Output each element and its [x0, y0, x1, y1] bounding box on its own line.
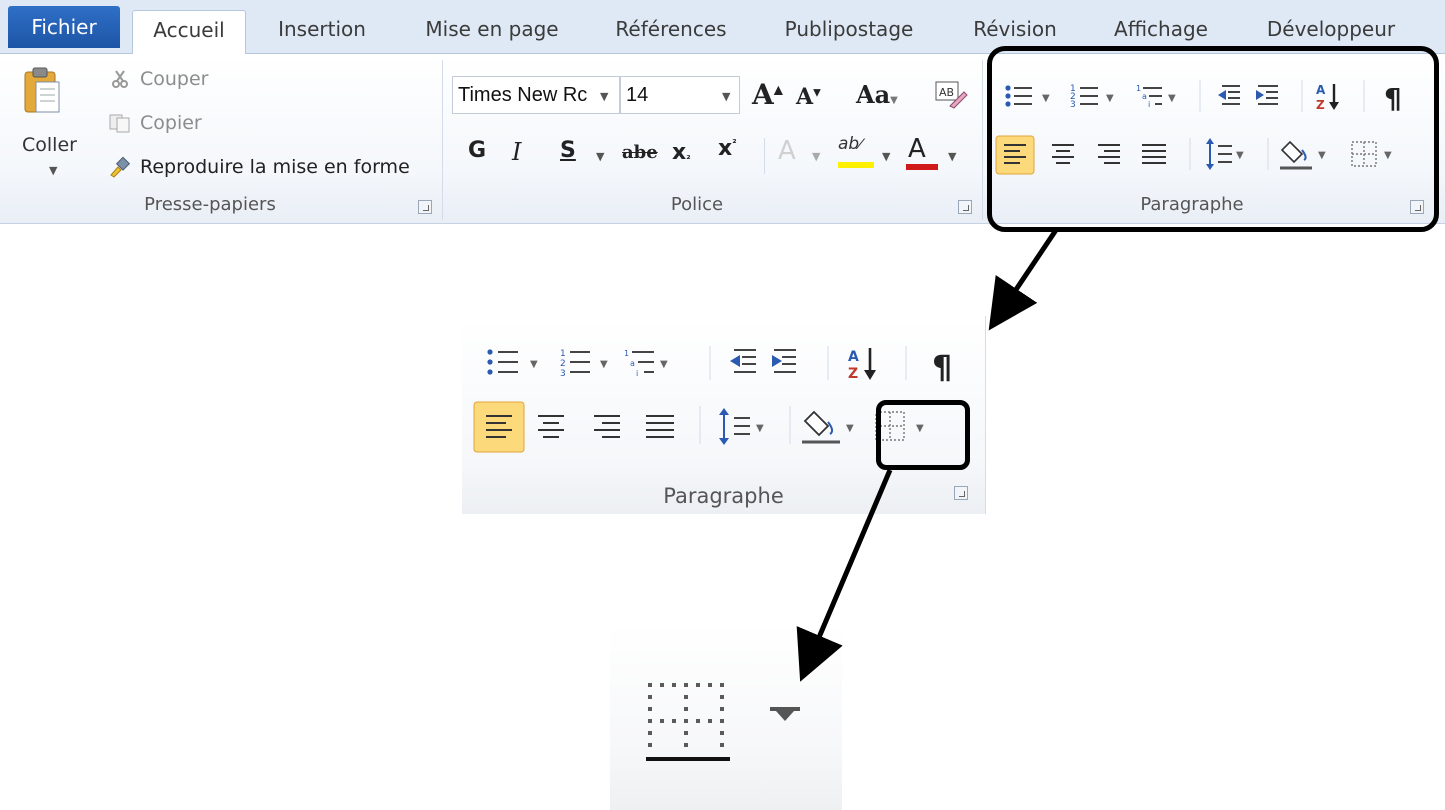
arrow-to-borders-button — [796, 469, 893, 682]
arrow-to-zoomed-panel — [988, 228, 1059, 331]
tab-accueil[interactable]: Accueil — [132, 10, 246, 54]
callout-arrows — [796, 228, 1059, 682]
